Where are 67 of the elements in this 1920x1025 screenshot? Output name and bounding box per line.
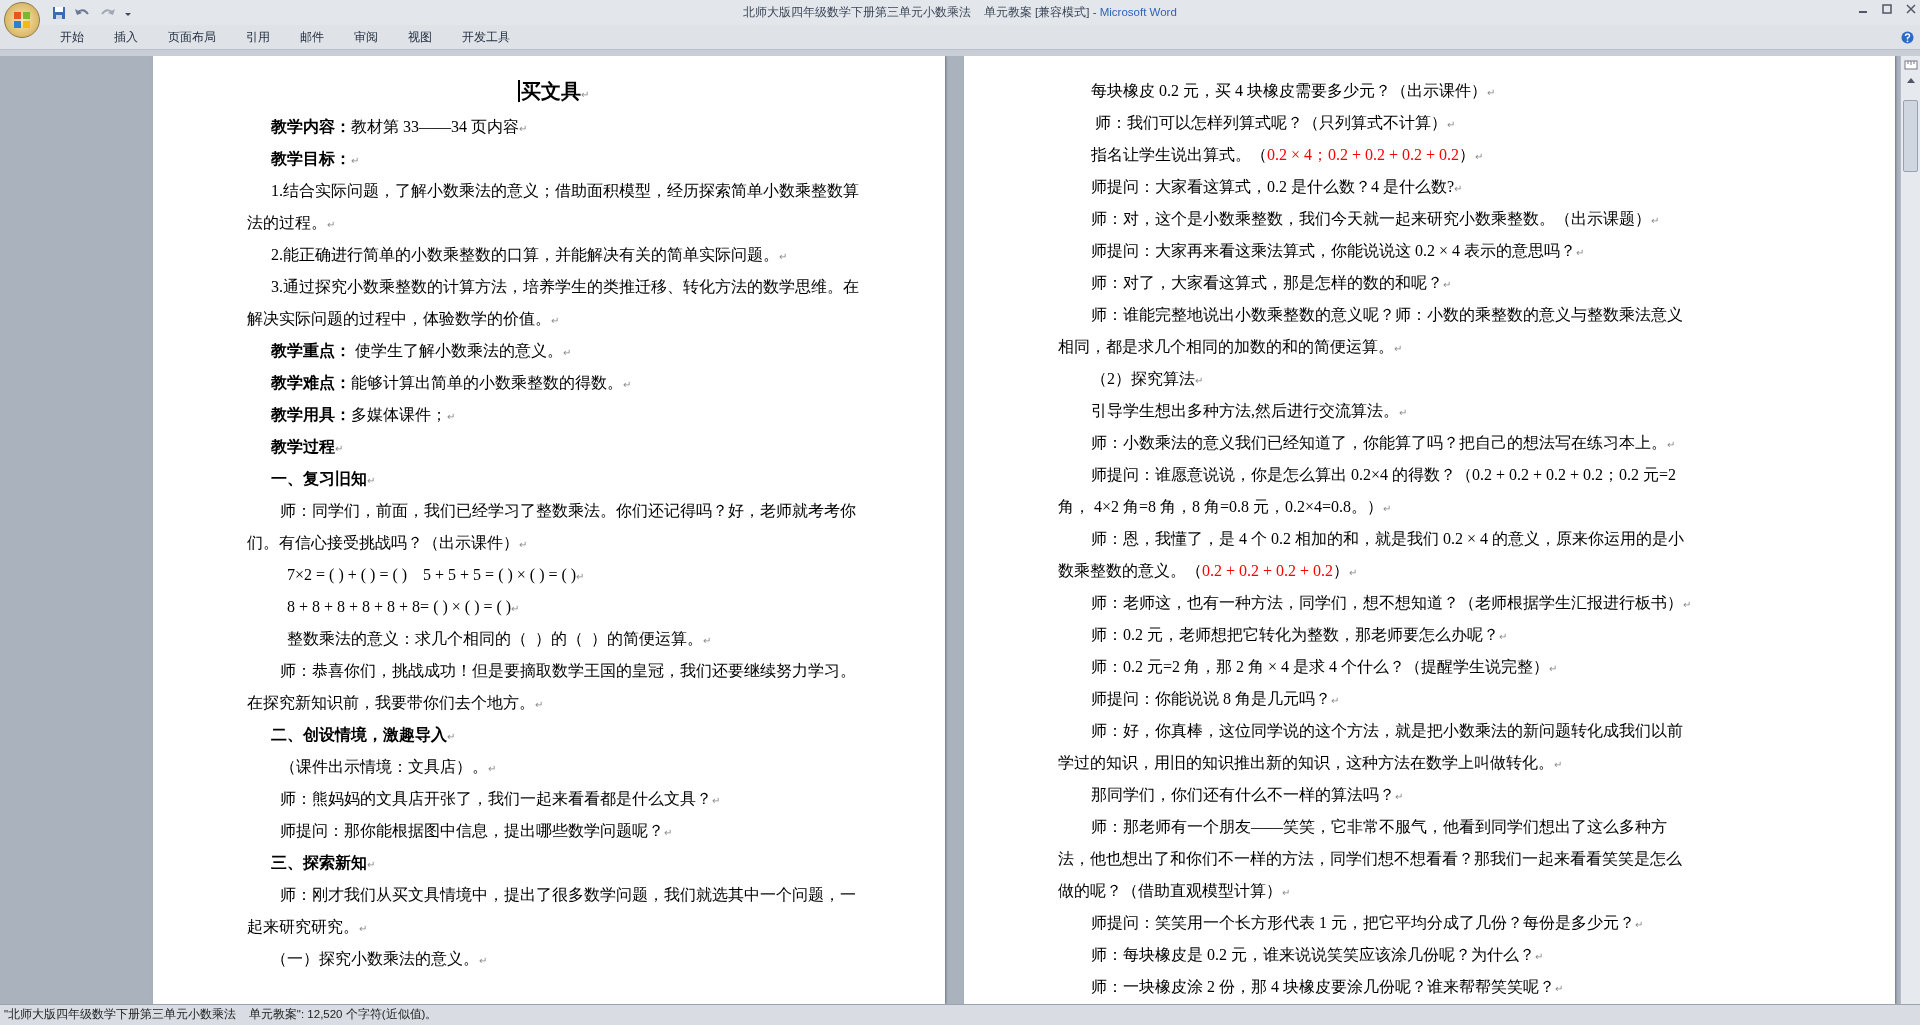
paragraph-text: 每块橡皮 0.2 元，买 4 块橡皮需要多少元？（出示课件）↵ bbox=[1091, 82, 1495, 99]
formula-text: 整数乘法的意义：求几个相同的（ ）的（ ）的简便运算。↵ bbox=[287, 630, 711, 647]
office-button[interactable] bbox=[4, 2, 40, 38]
paragraph-text: 那同学们，你们还有什么不一样的算法吗？↵ bbox=[1091, 786, 1403, 803]
window-title: 北师大版四年级数学下册第三单元小数乘法 单元教案 [兼容模式] - bbox=[743, 4, 1098, 20]
document-title: 买文具↵ bbox=[517, 80, 589, 102]
ribbon-tab[interactable]: 视图 bbox=[406, 28, 434, 46]
ribbon-tab[interactable]: 插入 bbox=[112, 28, 140, 46]
close-icon[interactable] bbox=[1906, 4, 1916, 14]
ribbon-tab[interactable]: 审阅 bbox=[352, 28, 380, 46]
paragraph-text: 师：谁能完整地说出小数乘整数的意义呢？师：小数的乘整数的意义与整数乘法意义相同，都是求几个相同的加数的和的简便运算。↵ bbox=[1058, 306, 1683, 355]
paragraph-text: 1.结合实际问题，了解小数乘法的意义；借助面积模型，经历探索简单小数乘整数算法的过程。↵ bbox=[247, 182, 859, 231]
app-name: Microsoft Word bbox=[1099, 4, 1177, 20]
paragraph-text: 师提问：笑笑用一个长方形代表 1 元，把它平均分成了几份？每份是多少元？↵ bbox=[1091, 914, 1643, 931]
save-icon[interactable] bbox=[52, 5, 66, 20]
paragraph-text: 教学难点：能够计算出简单的小数乘整数的得数。↵ bbox=[271, 374, 631, 391]
paragraph-text: 师提问：大家再来看这乘法算式，你能说说这 0.2 × 4 表示的意思吗？↵ bbox=[1091, 242, 1585, 259]
section-heading: 三、探索新知↵ bbox=[271, 854, 375, 871]
paragraph-text: 教学用具：多媒体课件；↵ bbox=[271, 406, 455, 423]
paragraph-text: 师：我们可以怎样列算式呢？（只列算式不计算）↵ bbox=[1094, 114, 1455, 131]
paragraph-text: 师：同学们，前面，我们已经学习了整数乘法。你们还记得吗？好，老师就考考你们。有信心接受挑战吗？（出示课件）↵ bbox=[247, 502, 856, 551]
maximize-icon[interactable] bbox=[1882, 4, 1892, 14]
ribbon-tab[interactable]: 邮件 bbox=[298, 28, 326, 46]
paragraph-text: 教学重点： 使学生了解小数乘法的意义。↵ bbox=[271, 342, 571, 359]
paragraph-text: 师：刚才我们从买文具情境中，提出了很多数学问题，我们就选其中一个问题，一起来研究研究。↵ bbox=[247, 886, 856, 935]
paragraph-text: 师：那老师有一个朋友——笑笑，它非常不服气，他看到同学们想出了这么多种方法，他也想出了和你们不一样的方法，同学们想不想看看？那我们一起来看看笑笑是怎么做的呢？（借助直观模型计算）↵ bbox=[1058, 818, 1682, 899]
paragraph-text: 师：老师这，也有一种方法，同学们，想不想知道？（老师根据学生汇报进行板书）↵ bbox=[1091, 594, 1691, 611]
section-heading: 教学目标：↵ bbox=[271, 150, 359, 167]
paragraph-text: 师提问：你能说说 8 角是几元吗？↵ bbox=[1091, 690, 1339, 707]
ribbon-tab[interactable]: 开始 bbox=[58, 28, 86, 46]
paragraph-text: （2）探究算法↵ bbox=[1091, 370, 1203, 387]
paragraph-text: （一）探究小数乘法的意义。↵ bbox=[271, 950, 487, 967]
paragraph-text: 师：对，这个是小数乘整数，我们今天就一起来研究小数乘整数。（出示课题）↵ bbox=[1091, 210, 1659, 227]
formula-text: 7×2 = ( ) + ( ) = ( ) 5 + 5 + 5 = ( ) × ( ) = ( )↵ bbox=[287, 566, 585, 583]
paragraph-text: 师：好，你真棒，这位同学说的这个方法，就是把小数乘法的新问题转化成我们以前学过的知识，用旧的知识推出新的知识，这种方法在数学上叫做转化。↵ bbox=[1058, 722, 1683, 771]
ribbon-tab[interactable]: 引用 bbox=[244, 28, 272, 46]
ribbon-tab[interactable]: 页面布局 bbox=[166, 28, 218, 46]
paragraph-text: 师：0.2 元=2 角，那 2 角 × 4 是求 4 个什么？（提醒学生说完整）↵ bbox=[1091, 658, 1558, 675]
section-heading: 一、复习旧知↵ bbox=[271, 470, 375, 487]
paragraph-text: 教学内容：教材第 33——34 页内容↵ bbox=[271, 118, 527, 135]
ruler-icon[interactable] bbox=[1903, 58, 1918, 72]
paragraph-text: 师提问：那你能根据图中信息，提出哪些数学问题呢？↵ bbox=[280, 822, 672, 839]
paragraph-text: 师：恭喜你们，挑战成功！但是要摘取数学王国的皇冠，我们还要继续努力学习。在探究新知识前，我要带你们去个地方。↵ bbox=[247, 662, 856, 711]
paragraph-text: 2.能正确进行简单的小数乘整数的口算，并能解决有关的简单实际问题。↵ bbox=[271, 246, 787, 263]
paragraph-text: 师：恩，我懂了，是 4 个 0.2 相加的和，就是我们 0.2 × 4 的意义，原来你运用的是小数乘整数的意义。（0.2 + 0.2 + 0.2 + 0.2）↵ bbox=[1058, 530, 1685, 579]
help-icon[interactable] bbox=[1901, 31, 1914, 44]
scroll-up-icon[interactable] bbox=[1905, 76, 1916, 84]
paragraph-text: 师：熊妈妈的文具店开张了，我们一起来看看都是什么文具？↵ bbox=[280, 790, 720, 807]
status-text: "北师大版四年级数学下册第三单元小数乘法 单元教案": 12,520 个字符(近似值)。 bbox=[4, 1007, 438, 1023]
paragraph-text: （课件出示情境：文具店）。↵ bbox=[280, 758, 496, 775]
ribbon-tab[interactable]: 开发工具 bbox=[460, 28, 512, 46]
scrollbar-thumb[interactable] bbox=[1903, 100, 1918, 172]
paragraph-text: 3.通过探究小数乘整数的计算方法，培养学生的类推迁移、转化方法的数学思维。在解决实际问题的过程中，体验数学的价值。↵ bbox=[247, 278, 859, 327]
paragraph-text: 师：每块橡皮是 0.2 元，谁来说说笑笑应该涂几份呢？为什么？↵ bbox=[1091, 946, 1543, 963]
paragraph-text: 引导学生想出多种方法,然后进行交流算法。↵ bbox=[1091, 402, 1407, 419]
section-heading: 二、创设情境，激趣导入↵ bbox=[271, 726, 455, 743]
vertical-scrollbar[interactable] bbox=[1900, 56, 1920, 1004]
office-logo-icon bbox=[13, 11, 31, 29]
paragraph-text: 指名让学生说出算式。（0.2 × 4；0.2 + 0.2 + 0.2 + 0.2）↵ bbox=[1091, 146, 1484, 163]
paragraph-text: 师：对了，大家看这算式，那是怎样的数的和呢？↵ bbox=[1091, 274, 1451, 291]
paragraph-text: 师提问：大家看这算式，0.2 是什么数？4 是什么数?↵ bbox=[1091, 178, 1463, 195]
formula-text: 8 + 8 + 8 + 8 + 8 + 8= ( ) × ( ) = ( )↵ bbox=[287, 598, 520, 615]
paragraph-text: 师：一块橡皮涂 2 份，那 4 块橡皮要涂几份呢？谁来帮帮笑笑呢？↵ bbox=[1091, 978, 1563, 995]
section-heading: 教学过程↵ bbox=[271, 438, 343, 455]
paragraph-text: 师：小数乘法的意义我们已经知道了，你能算了吗？把自己的想法写在练习本上。↵ bbox=[1091, 434, 1675, 451]
paragraph-text: 师提问：谁愿意说说，你是怎么算出 0.2×4 的得数？（0.2 + 0.2 + 0.2 + 0.2；0.2 元=2 角， 4×2 角=8 角，8 角=0.8 元，0.2×4=0.8。）↵ bbox=[1058, 466, 1678, 515]
paragraph-text: 师：0.2 元，老师想把它转化为整数，那老师要怎么办呢？↵ bbox=[1091, 626, 1507, 643]
